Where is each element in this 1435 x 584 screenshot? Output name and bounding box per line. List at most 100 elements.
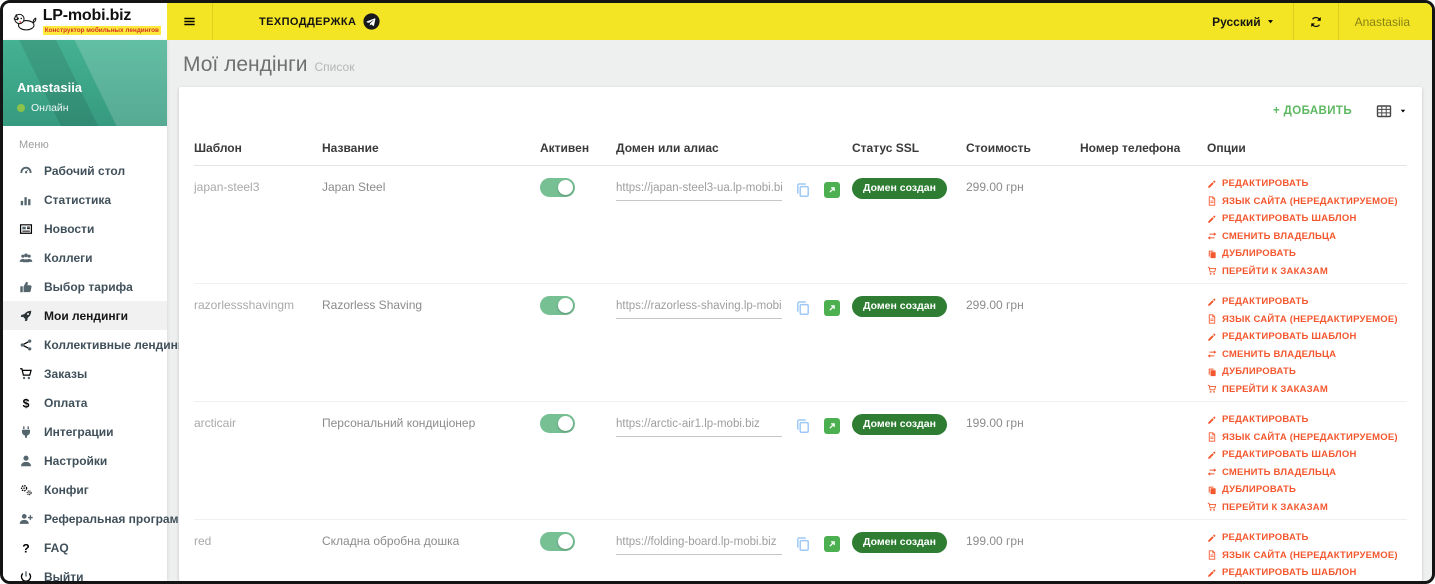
logo-title: LP-mobi.biz [42,7,132,24]
table-view-button[interactable] [1376,103,1407,119]
active-toggle[interactable] [540,178,575,197]
option-site-language[interactable]: ЯЗЫК САЙТА (НЕРЕДАКТИРУЕМОЕ) [1207,314,1407,325]
active-toggle[interactable] [540,414,575,433]
option-label: СМЕНИТЬ ВЛАДЕЛЬЦА [1222,230,1337,242]
option-label: РЕДАКТИРОВАТЬ [1222,532,1309,543]
option-edit[interactable]: РЕДАКТИРОВАТЬ [1207,296,1407,307]
support-button[interactable]: ТЕХПОДДЕРЖКА [259,13,380,30]
sidebar-item-payment[interactable]: Оплата [3,388,167,417]
language-selector[interactable]: Русский [1194,3,1293,40]
option-label: СМЕНИТЬ ВЛАДЕЛЬЦА [1222,348,1337,360]
sidebar-item-tariff[interactable]: Выбор тарифа [3,272,167,301]
support-label: ТЕХПОДДЕРЖКА [259,15,357,28]
option-site-language[interactable]: ЯЗЫК САЙТА (НЕРЕДАКТИРУЕМОЕ) [1207,432,1407,443]
option-change-owner[interactable]: СМЕНИТЬ ВЛАДЕЛЬЦА [1207,467,1407,478]
domain-input[interactable] [616,300,782,319]
refresh-button[interactable] [1294,3,1338,40]
option-edit[interactable]: РЕДАКТИРОВАТЬ [1207,414,1407,425]
online-status-dot [17,104,25,112]
option-edit-template[interactable]: РЕДАКТИРОВАТЬ ШАБЛОН [1207,449,1407,460]
copy-domain-icon[interactable] [795,418,811,434]
option-label: РЕДАКТИРОВАТЬ ШАБЛОН [1222,449,1357,460]
sidebar-item-integrations[interactable]: Интеграции [3,417,167,446]
domain-input[interactable] [616,182,782,201]
landing-name: Складна обробна дошка [322,534,460,548]
column-header: Стоимость [966,141,1031,155]
open-site-button[interactable] [824,418,840,434]
sidebar-item-orders[interactable]: Заказы [3,359,167,388]
domain-input[interactable] [616,418,782,437]
option-duplicate[interactable]: ДУБЛИРОВАТЬ [1207,248,1407,259]
landing-price: 299.00 грн [966,180,1024,194]
plug-icon [19,425,33,439]
logo[interactable]: LP-mobi.biz Конструктор мобильных лендин… [3,3,167,40]
column-header: Активен [540,141,590,155]
sidebar-item-dashboard[interactable]: Рабочий стол [3,156,167,185]
user-menu[interactable]: Anastasiia [1339,3,1432,40]
userplus-icon [19,512,33,526]
page-title: Мої лендінги [183,53,308,76]
option-change-owner[interactable]: СМЕНИТЬ ВЛАДЕЛЬЦА [1207,349,1407,360]
copy-domain-icon[interactable] [795,536,811,552]
option-go-to-orders[interactable]: ПЕРЕЙТИ К ЗАКАЗАМ [1207,384,1407,395]
sidebar-item-config[interactable]: Конфиг [3,475,167,504]
option-duplicate[interactable]: ДУБЛИРОВАТЬ [1207,484,1407,495]
edit-icon [1207,450,1217,460]
cell-ssl: Домен создан [852,414,966,435]
sidebar-toggle-button[interactable] [167,3,213,40]
extarrow-icon [827,421,837,431]
cell-template: razorlessshavingm [194,296,322,314]
option-change-owner[interactable]: СМЕНИТЬ ВЛАДЕЛЬЦА [1207,231,1407,242]
sidebar-item-my-landings[interactable]: Мои лендинги [3,301,167,330]
cell-name: Razorless Shaving [322,296,540,314]
open-site-button[interactable] [824,300,840,316]
exchange-icon [1207,349,1217,359]
toggle-knob [558,298,573,313]
option-edit[interactable]: РЕДАКТИРОВАТЬ [1207,178,1407,189]
option-label: ЯЗЫК САЙТА (НЕРЕДАКТИРУЕМОЕ) [1222,313,1398,325]
sidebar-item-logout[interactable]: Выйти [3,562,167,581]
sidebar-item-news[interactable]: Новости [3,214,167,243]
sidebar-item-label: Конфиг [44,482,89,497]
option-site-language[interactable]: ЯЗЫК САЙТА (НЕРЕДАКТИРУЕМОЕ) [1207,550,1407,561]
copy-domain-icon[interactable] [795,182,811,198]
active-toggle[interactable] [540,532,575,551]
open-site-button[interactable] [824,182,840,198]
logo-text: LP-mobi.biz Конструктор мобильных лендин… [42,7,161,35]
active-toggle[interactable] [540,296,575,315]
chevron-down-icon [1266,17,1275,26]
sidebar-item-colleagues[interactable]: Коллеги [3,243,167,272]
sidebar-item-settings[interactable]: Настройки [3,446,167,475]
option-site-language[interactable]: ЯЗЫК САЙТА (НЕРЕДАКТИРУЕМОЕ) [1207,196,1407,207]
sidebar-item-referral[interactable]: Реферальная программа [3,504,194,533]
cell-domain [616,532,852,555]
option-edit-template[interactable]: РЕДАКТИРОВАТЬ ШАБЛОН [1207,331,1407,342]
dup-icon [1207,249,1217,259]
copy-domain-icon[interactable] [795,300,811,316]
add-landing-button[interactable]: + ДОБАВИТЬ [1273,105,1352,117]
sidebar-item-collective-landings[interactable]: Коллективные лендинги [3,330,190,359]
option-go-to-orders[interactable]: ПЕРЕЙТИ К ЗАКАЗАМ [1207,266,1407,277]
filelang-icon [1207,314,1217,324]
option-duplicate[interactable]: ДУБЛИРОВАТЬ [1207,366,1407,377]
edit-icon [1207,214,1217,224]
cart-icon [1207,266,1217,276]
edit-icon [1207,179,1217,189]
domain-wrap [616,536,852,555]
exchange-icon [1207,231,1217,241]
open-site-button[interactable] [824,536,840,552]
option-edit-template[interactable]: РЕДАКТИРОВАТЬ ШАБЛОН [1207,213,1407,224]
menu-section-label: Меню [19,139,49,151]
page-subtitle: Список [314,60,355,74]
option-label: СМЕНИТЬ ВЛАДЕЛЬЦА [1222,466,1337,478]
cell-price: 199.00 грн [966,532,1080,550]
sidebar-item-statistics[interactable]: Статистика [3,185,167,214]
domain-input[interactable] [616,536,782,555]
option-label: ЯЗЫК САЙТА (НЕРЕДАКТИРУЕМОЕ) [1222,431,1398,443]
cell-name: Персональний кондиціонер [322,414,540,432]
option-go-to-orders[interactable]: ПЕРЕЙТИ К ЗАКАЗАМ [1207,502,1407,513]
option-edit[interactable]: РЕДАКТИРОВАТЬ [1207,532,1407,543]
sidebar-item-faq[interactable]: FAQ [3,533,167,562]
landing-name: Персональний кондиціонер [322,416,476,430]
option-edit-template[interactable]: РЕДАКТИРОВАТЬ ШАБЛОН [1207,567,1407,578]
